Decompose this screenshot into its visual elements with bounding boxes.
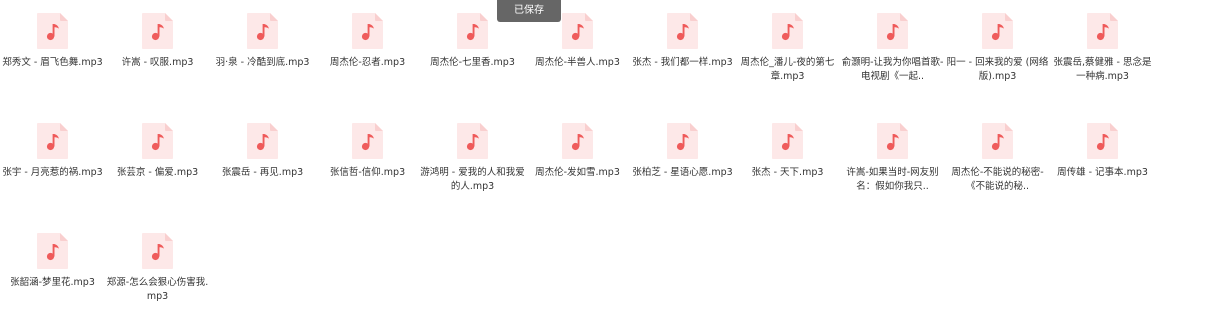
music-note-icon (246, 122, 279, 160)
music-note-icon (456, 12, 489, 50)
file-name: 张宇 - 月亮惹的祸.mp3 (2, 167, 103, 178)
music-note-icon (666, 122, 699, 160)
file-name: 张杰 - 我们都一样.mp3 (632, 57, 733, 68)
file-name: 周杰伦-不能说的秘密-《不能说的秘.. (951, 167, 1044, 192)
music-note-icon (36, 12, 69, 50)
music-note-icon (351, 122, 384, 160)
file-item[interactable]: 游鸿明 - 爱我的人和我爱的人.mp3 (420, 110, 525, 220)
file-item[interactable]: 许嵩 - 叹服.mp3 (105, 0, 210, 110)
music-note-icon (981, 122, 1014, 160)
music-note-icon (141, 232, 174, 270)
file-name: 张柏芝 - 星语心愿.mp3 (632, 167, 733, 178)
file-item[interactable]: 周传雄 - 记事本.mp3 (1050, 110, 1155, 220)
music-note-icon (246, 12, 279, 50)
file-name: 阳一 - 回来我的爱 (网络版).mp3 (946, 57, 1049, 82)
file-name: 许嵩-如果当时-网友别名：假如你我只.. (846, 167, 939, 192)
music-note-icon (36, 232, 69, 270)
music-note-icon (981, 12, 1014, 50)
file-item[interactable]: 周杰伦_潘儿-夜的第七章.mp3 (735, 0, 840, 110)
file-name: 郑秀文 - 眉飞色舞.mp3 (2, 57, 103, 68)
file-name: 张杰 - 天下.mp3 (751, 167, 824, 178)
file-name: 羽·泉 - 冷酷到底.mp3 (215, 57, 310, 68)
music-note-icon (666, 12, 699, 50)
file-name: 周传雄 - 记事本.mp3 (1057, 167, 1148, 178)
file-item[interactable]: 张韶涵-梦里花.mp3 (0, 220, 105, 330)
file-item[interactable]: 张柏芝 - 星语心愿.mp3 (630, 110, 735, 220)
music-note-icon (1086, 122, 1119, 160)
file-name: 张震岳 - 再见.mp3 (221, 167, 304, 178)
file-item[interactable]: 张杰 - 天下.mp3 (735, 110, 840, 220)
file-item[interactable]: 郑源-怎么会狠心伤害我.mp3 (105, 220, 210, 330)
music-note-icon (1086, 12, 1119, 50)
file-name: 张韶涵-梦里花.mp3 (10, 277, 95, 288)
file-item[interactable]: 张震岳,蔡健雅 - 思念是一种病.mp3 (1050, 0, 1155, 110)
file-item[interactable]: 周杰伦-发如雪.mp3 (525, 110, 630, 220)
file-item[interactable]: 许嵩-如果当时-网友别名：假如你我只.. (840, 110, 945, 220)
file-name: 郑源-怎么会狠心伤害我.mp3 (106, 277, 209, 302)
file-name: 俞灏明-让我为你唱首歌-电视剧《一起.. (841, 57, 944, 82)
music-note-icon (561, 12, 594, 50)
file-name: 游鸿明 - 爱我的人和我爱的人.mp3 (420, 167, 525, 192)
music-note-icon (561, 122, 594, 160)
music-note-icon (771, 12, 804, 50)
file-item[interactable]: 张震岳 - 再见.mp3 (210, 110, 315, 220)
music-note-icon (36, 122, 69, 160)
music-note-icon (771, 122, 804, 160)
file-name: 张震岳,蔡健雅 - 思念是一种病.mp3 (1053, 57, 1152, 82)
file-item[interactable]: 张信哲-信仰.mp3 (315, 110, 420, 220)
file-browser: 郑秀文 - 眉飞色舞.mp3 许嵩 - 叹服.mp3 羽·泉 - 冷酷到底.mp3 周… (0, 0, 1210, 332)
music-note-icon (876, 122, 909, 160)
music-note-icon (141, 122, 174, 160)
music-note-icon (876, 12, 909, 50)
file-item[interactable]: 周杰伦-忍者.mp3 (315, 0, 420, 110)
file-name: 周杰伦-半兽人.mp3 (535, 57, 620, 68)
file-name: 周杰伦-七里香.mp3 (430, 57, 515, 68)
file-grid: 郑秀文 - 眉飞色舞.mp3 许嵩 - 叹服.mp3 羽·泉 - 冷酷到底.mp3 周… (0, 0, 1210, 332)
file-name: 周杰伦-忍者.mp3 (329, 57, 406, 68)
file-item[interactable]: 张芸京 - 偏爱.mp3 (105, 110, 210, 220)
file-item[interactable]: 羽·泉 - 冷酷到底.mp3 (210, 0, 315, 110)
file-name: 张信哲-信仰.mp3 (329, 167, 406, 178)
file-item[interactable]: 俞灏明-让我为你唱首歌-电视剧《一起.. (840, 0, 945, 110)
file-name: 许嵩 - 叹服.mp3 (121, 57, 194, 68)
music-note-icon (351, 12, 384, 50)
file-name: 周杰伦-发如雪.mp3 (535, 167, 620, 178)
file-item[interactable]: 张宇 - 月亮惹的祸.mp3 (0, 110, 105, 220)
file-name: 张芸京 - 偏爱.mp3 (116, 167, 199, 178)
music-note-icon (141, 12, 174, 50)
saved-toast: 已保存 (497, 0, 561, 22)
file-item[interactable]: 张杰 - 我们都一样.mp3 (630, 0, 735, 110)
file-item[interactable]: 阳一 - 回来我的爱 (网络版).mp3 (945, 0, 1050, 110)
music-note-icon (456, 122, 489, 160)
file-item[interactable]: 郑秀文 - 眉飞色舞.mp3 (0, 0, 105, 110)
file-item[interactable]: 周杰伦-不能说的秘密-《不能说的秘.. (945, 110, 1050, 220)
file-name: 周杰伦_潘儿-夜的第七章.mp3 (740, 57, 835, 82)
